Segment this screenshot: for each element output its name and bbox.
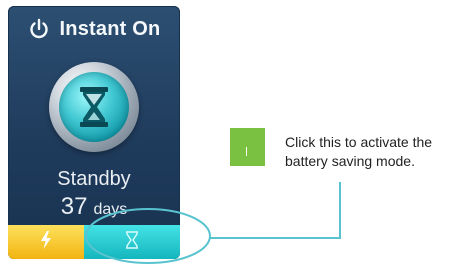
callout-text: Click this to activate the battery savin… [285, 133, 455, 171]
tip-mark [246, 147, 247, 156]
tip-marker [230, 128, 265, 166]
callout-line-2: battery saving mode. [285, 153, 415, 169]
callout-line-1: Click this to activate the [285, 134, 433, 150]
